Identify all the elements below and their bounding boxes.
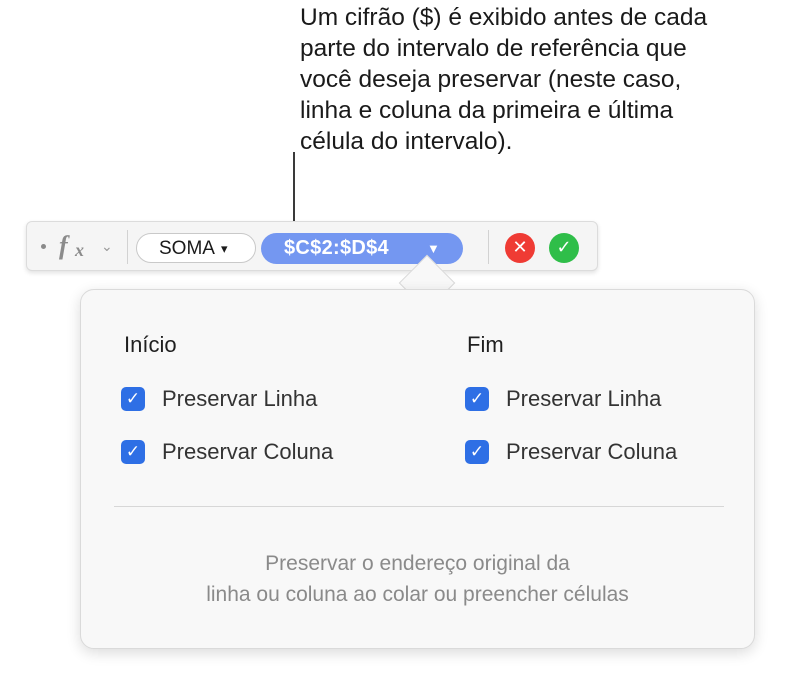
popover-arrow-cover: [390, 290, 464, 304]
formula-bar-divider: [127, 230, 128, 264]
preserve-reference-popover: Início Fim ✓ Preservar Linha ✓ Preservar…: [80, 289, 755, 649]
reference-token-label: $C$2:$D$4: [284, 237, 389, 259]
cancel-button[interactable]: ✕: [505, 233, 535, 263]
formula-bar: f x ⌄ SOMA ▾ $C$2:$D$4 ▼ ✕ ✓: [26, 221, 598, 271]
close-icon: ✕: [512, 237, 528, 258]
checkbox-label: Preservar Linha: [506, 386, 662, 411]
callout-line: linha e coluna da primeira e última: [300, 97, 674, 124]
checkbox-label: Preservar Coluna: [506, 439, 678, 464]
callout-line: você deseja preservar (neste caso,: [300, 66, 682, 93]
footer-line: linha ou coluna ao colar ou preencher cé…: [206, 583, 629, 606]
callout-line: parte do intervalo de referência que: [300, 35, 687, 62]
checkbox-checked-icon[interactable]: ✓: [121, 440, 145, 464]
formula-bar-divider: [488, 230, 489, 264]
drag-handle-icon[interactable]: [41, 244, 46, 249]
chevron-down-icon[interactable]: ⌄: [101, 236, 113, 256]
callout-text: Um cifrão ($) é exibido antes de cada pa…: [300, 2, 790, 157]
accept-button[interactable]: ✓: [549, 233, 579, 263]
end-heading: Fim: [467, 332, 504, 357]
checkmark-icon: ✓: [556, 237, 572, 258]
footer-line: Preservar o endereço original da: [265, 552, 570, 575]
reference-token[interactable]: $C$2:$D$4 ▼: [261, 233, 463, 264]
function-fx-subscript: x: [75, 240, 84, 260]
checkbox-label: Preservar Coluna: [162, 439, 334, 464]
callout-line: célula do intervalo).: [300, 128, 513, 155]
function-token-soma[interactable]: SOMA ▾: [136, 233, 256, 263]
checkbox-label: Preservar Linha: [162, 386, 318, 411]
function-fx-icon[interactable]: f: [59, 231, 68, 261]
dropdown-arrow-icon[interactable]: ▾: [221, 238, 228, 260]
function-token-label: SOMA: [159, 238, 215, 259]
start-heading: Início: [124, 332, 177, 357]
checkbox-checked-icon[interactable]: ✓: [121, 387, 145, 411]
popover-divider: [114, 506, 724, 507]
checkbox-checked-icon[interactable]: ✓: [465, 387, 489, 411]
checkbox-checked-icon[interactable]: ✓: [465, 440, 489, 464]
callout-line: Um cifrão ($) é exibido antes de cada: [300, 4, 708, 31]
popover-footer-note: Preservar o endereço original da linha o…: [81, 548, 754, 610]
